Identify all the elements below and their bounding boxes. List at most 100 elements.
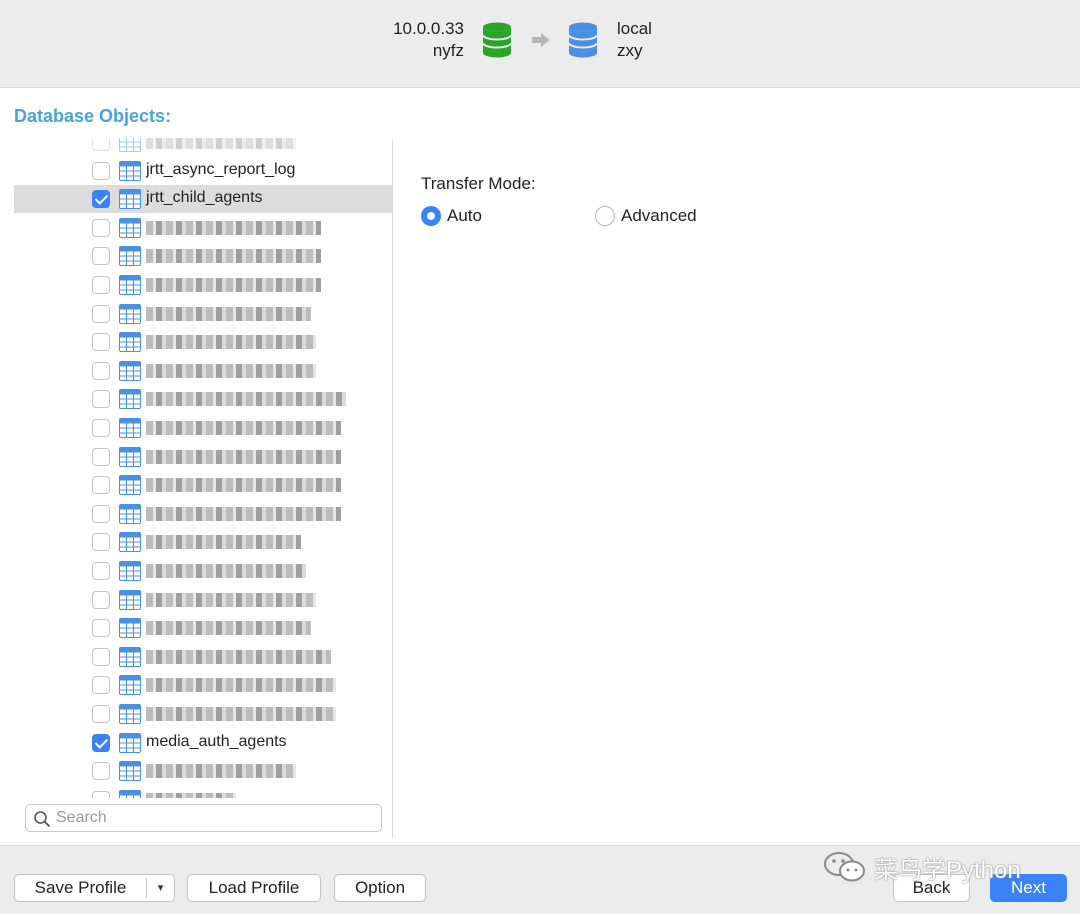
arrow-right-icon [532,33,550,47]
table-row[interactable] [14,443,392,471]
radio-advanced-indicator[interactable] [595,206,615,226]
search-input[interactable] [56,807,376,829]
row-checkbox[interactable] [92,562,110,580]
redacted-label [146,306,311,321]
row-checkbox[interactable] [92,390,110,409]
option-button[interactable]: Option [334,874,426,902]
table-icon [119,589,141,610]
row-checkbox[interactable] [92,447,110,466]
table-row[interactable] [14,614,392,642]
search-icon [34,811,50,827]
table-icon [119,646,141,667]
table-row[interactable]: jrtt_child_agents [14,185,392,214]
table-row[interactable] [14,328,392,356]
redacted-label [146,421,341,435]
redacted-label [146,649,331,664]
table-row[interactable] [14,786,392,798]
row-checkbox[interactable] [92,676,110,695]
row-checkbox[interactable] [92,476,110,495]
redacted-label [146,392,346,407]
table-icon [119,418,141,438]
table-row[interactable] [14,414,392,442]
table-icon [119,532,141,553]
row-checkbox[interactable] [92,533,110,552]
table-row[interactable] [14,671,392,699]
table-row[interactable] [14,242,392,270]
target-host: local [617,19,652,38]
table-row[interactable] [14,471,392,499]
table-row[interactable] [14,528,392,556]
radio-auto-indicator[interactable] [421,206,441,226]
target-connection: local zxy [617,18,652,62]
table-row[interactable] [14,271,392,299]
load-profile-button[interactable]: Load Profile [187,874,321,902]
table-icon [119,275,141,295]
row-checkbox[interactable] [92,705,110,723]
table-icon [119,217,141,238]
table-row[interactable] [14,586,392,614]
row-checkbox[interactable] [92,138,110,151]
table-row[interactable] [14,385,392,413]
row-checkbox[interactable] [92,590,110,609]
section-title: Database Objects: [14,106,172,126]
search-box[interactable] [25,804,382,832]
table-row[interactable] [14,643,392,671]
table-row[interactable] [14,357,392,385]
redacted-label [146,621,311,636]
redacted-label [146,249,321,264]
row-checkbox[interactable] [92,304,110,323]
transfer-mode-label: Transfer Mode: [421,174,536,193]
redacted-label [146,278,321,292]
save-profile-split-button[interactable]: Save Profile ▾ [14,874,175,902]
row-checkbox[interactable] [92,733,110,752]
redacted-label [146,678,336,693]
table-icon [119,704,141,724]
redacted-label [146,506,341,521]
redacted-label [146,592,316,607]
table-row[interactable]: jrtt_async_report_log [14,157,392,185]
table-row[interactable] [14,757,392,785]
table-icon [119,332,141,353]
redacted-label [146,335,316,350]
save-profile-button[interactable]: Save Profile [15,875,146,901]
database-objects-tree[interactable]: jrtt_async_report_log jrtt_child_agentsme… [14,138,392,798]
table-icon [119,360,141,381]
table-icon [119,475,141,496]
row-checkbox[interactable] [92,333,110,352]
redacted-label [146,764,296,779]
table-row[interactable] [14,557,392,585]
table-row[interactable] [14,214,392,242]
table-row[interactable] [14,700,392,728]
wechat-icon [824,852,865,882]
table-icon [119,446,141,467]
table-icon [119,761,141,782]
row-checkbox[interactable] [92,762,110,781]
connection-header: 10.0.0.33 nyfz local zxy [0,0,1080,88]
table-row[interactable] [14,138,392,156]
row-checkbox[interactable] [92,619,110,638]
panel-divider [392,140,393,838]
chevron-down-icon[interactable]: ▾ [147,875,174,901]
table-row[interactable]: media_auth_agents [14,729,392,757]
target-database: zxy [617,41,643,60]
row-checkbox[interactable] [92,218,110,237]
row-checkbox[interactable] [92,790,110,798]
table-icon [119,789,141,798]
table-icon [119,160,141,181]
row-checkbox[interactable] [92,276,110,294]
table-row[interactable] [14,300,392,328]
redacted-label [146,535,301,550]
database-green-icon [482,22,512,58]
table-icon [119,138,141,152]
row-checkbox[interactable] [92,419,110,437]
table-icon [119,389,141,410]
redacted-label [146,707,336,721]
row-checkbox[interactable] [92,361,110,380]
row-checkbox[interactable] [92,504,110,523]
table-icon [119,246,141,267]
row-checkbox[interactable] [92,161,110,180]
row-checkbox[interactable] [92,247,110,266]
row-checkbox[interactable] [92,190,110,209]
table-row[interactable] [14,500,392,528]
row-checkbox[interactable] [92,647,110,666]
